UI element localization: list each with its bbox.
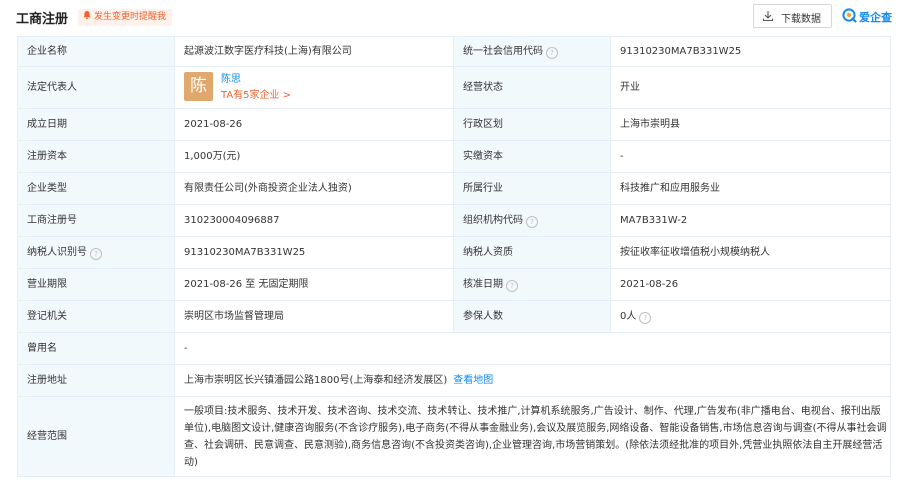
scope-label: 经营范围: [17, 396, 175, 477]
org-code-value: MA7B331W-2: [610, 204, 891, 237]
download-data-button[interactable]: 下载数据: [753, 4, 832, 28]
legal-rep-cell: 陈 陈思 TA有5家企业 >: [174, 66, 454, 109]
change-reminder-button[interactable]: 发生变更时提醒我: [78, 9, 173, 26]
reg-capital-label: 注册资本: [17, 140, 175, 173]
industry-label: 所属行业: [453, 172, 611, 205]
company-type-label: 企业类型: [17, 172, 175, 205]
help-icon[interactable]: ?: [90, 247, 102, 260]
table-row: 企业名称 起源波江数字医疗科技(上海)有限公司 统一社会信用代码? 913102…: [17, 36, 891, 67]
table-row: 法定代表人 陈 陈思 TA有5家企业 > 经营状态 开业: [17, 66, 891, 109]
aiqicha-logo-icon: [842, 8, 857, 23]
company-name-label: 企业名称: [17, 36, 175, 67]
insured-cell: 0人?: [610, 300, 891, 333]
credit-code-value: 91310230MA7B331W25: [610, 36, 891, 67]
legal-rep-label: 法定代表人: [17, 66, 175, 109]
table-row: 营业期限 2021-08-26 至 无固定期限 核准日期? 2021-08-26: [17, 268, 891, 301]
term-value: 2021-08-26 至 无固定期限: [174, 268, 454, 301]
approval-date-label-cell: 核准日期?: [453, 268, 611, 301]
term-label: 营业期限: [17, 268, 175, 301]
paid-capital-value: -: [610, 140, 891, 173]
table-row: 注册资本 1,000万(元) 实缴资本 -: [17, 140, 891, 173]
help-icon[interactable]: ?: [639, 311, 652, 324]
help-icon[interactable]: ?: [526, 215, 538, 228]
table-row: 经营范围 一般项目:技术服务、技术开发、技术咨询、技术交流、技术转让、技术推广,…: [17, 396, 891, 477]
view-map-link[interactable]: 查看地图: [453, 375, 493, 386]
region-value: 上海市崇明县: [610, 108, 891, 141]
table-row: 注册地址 上海市崇明区长兴镇潘园公路1800号(上海泰和经济发展区) 查看地图: [17, 364, 891, 397]
founded-value: 2021-08-26: [174, 108, 454, 141]
table-row: 成立日期 2021-08-26 行政区划 上海市崇明县: [17, 108, 891, 141]
company-type-value: 有限责任公司(外商投资企业法人独资): [174, 172, 454, 205]
table-row: 曾用名 -: [17, 332, 891, 365]
org-code-label-cell: 组织机构代码?: [453, 204, 611, 237]
authority-value: 崇明区市场监督管理局: [174, 300, 454, 333]
org-code-label: 组织机构代码: [463, 214, 523, 226]
bell-icon: [83, 11, 91, 20]
download-icon: [762, 11, 774, 22]
authority-label: 登记机关: [17, 300, 175, 333]
table-row: 纳税人识别号? 91310230MA7B331W25 纳税人资质 按征收率征收增…: [17, 236, 891, 269]
tax-qual-value: 按征收率征收增值税小规模纳税人: [610, 236, 891, 269]
download-data-label: 下载数据: [781, 14, 821, 25]
insured-value: 0人: [620, 310, 637, 322]
company-name-value: 起源波江数字医疗科技(上海)有限公司: [174, 36, 454, 67]
legal-rep-name-link[interactable]: 陈思: [221, 72, 241, 88]
founded-label: 成立日期: [17, 108, 175, 141]
industry-value: 科技推广和应用服务业: [610, 172, 891, 205]
status-value: 开业: [610, 66, 891, 109]
registration-info-table: 企业名称 起源波江数字医疗科技(上海)有限公司 统一社会信用代码? 913102…: [17, 36, 891, 477]
table-row: 登记机关 崇明区市场监督管理局 参保人数 0人?: [17, 300, 891, 333]
former-name-label: 曾用名: [17, 332, 175, 365]
help-icon[interactable]: ?: [546, 46, 558, 59]
section-title: 工商注册: [16, 12, 69, 27]
paid-capital-label: 实缴资本: [453, 140, 611, 173]
tax-id-label-cell: 纳税人识别号?: [17, 236, 175, 269]
former-name-value: -: [174, 332, 891, 365]
brand-name: 爱企查: [859, 11, 892, 24]
region-label: 行政区划: [453, 108, 611, 141]
insured-label: 参保人数: [453, 300, 611, 333]
approval-date-label: 核准日期: [463, 278, 503, 290]
address-label: 注册地址: [17, 364, 175, 397]
credit-code-label: 统一社会信用代码: [463, 45, 543, 57]
reg-no-value: 310230004096887: [174, 204, 454, 237]
change-reminder-label: 发生变更时提醒我: [94, 12, 167, 22]
scope-value: 一般项目:技术服务、技术开发、技术咨询、技术交流、技术转让、技术推广,计算机系统…: [174, 396, 891, 477]
tax-qual-label: 纳税人资质: [453, 236, 611, 269]
reg-capital-value: 1,000万(元): [174, 140, 454, 173]
legal-rep-companies-link[interactable]: TA有5家企业 >: [221, 88, 291, 104]
tax-id-value: 91310230MA7B331W25: [174, 236, 454, 269]
section-header: 工商注册 发生变更时提醒我 下载数据 爱企查: [0, 0, 909, 36]
credit-code-label-cell: 统一社会信用代码?: [453, 36, 611, 67]
address-value: 上海市崇明区长兴镇潘园公路1800号(上海泰和经济发展区): [184, 374, 448, 386]
avatar[interactable]: 陈: [184, 71, 213, 101]
help-icon[interactable]: ?: [506, 279, 518, 292]
tax-id-label: 纳税人识别号: [27, 246, 87, 258]
approval-date-value: 2021-08-26: [610, 268, 891, 301]
table-row: 企业类型 有限责任公司(外商投资企业法人独资) 所属行业 科技推广和应用服务业: [17, 172, 891, 205]
address-cell: 上海市崇明区长兴镇潘园公路1800号(上海泰和经济发展区) 查看地图: [174, 364, 891, 397]
reg-no-label: 工商注册号: [17, 204, 175, 237]
status-label: 经营状态: [453, 66, 611, 109]
table-row: 工商注册号 310230004096887 组织机构代码? MA7B331W-2: [17, 204, 891, 237]
